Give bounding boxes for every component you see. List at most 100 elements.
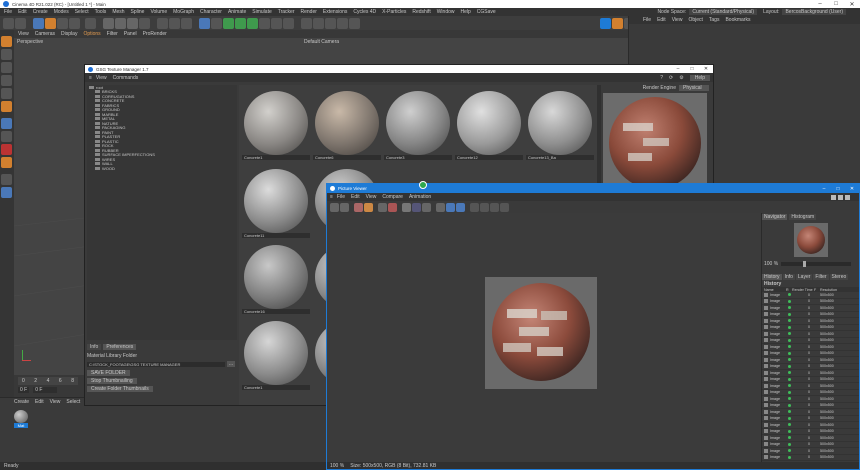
om-menu-item[interactable]: Bookmarks bbox=[725, 17, 750, 23]
plugin-icon[interactable] bbox=[337, 17, 348, 29]
timeline-ruler[interactable]: 0 2 4 6 8 bbox=[18, 377, 78, 385]
menu-item[interactable]: Extensions bbox=[323, 9, 347, 15]
render-stop-icon[interactable] bbox=[354, 202, 363, 212]
tab-preferences[interactable]: Preferences bbox=[103, 343, 137, 350]
menu-item[interactable]: Modes bbox=[54, 9, 69, 15]
menu-item[interactable]: Window bbox=[437, 9, 455, 15]
tab-info[interactable]: Info bbox=[87, 343, 102, 350]
solo-icon[interactable] bbox=[1, 144, 12, 155]
x-axis-icon[interactable] bbox=[103, 17, 114, 29]
menu-item[interactable]: X-Particles bbox=[382, 9, 406, 15]
cinema4d-icon[interactable] bbox=[612, 17, 623, 29]
om-menu-item[interactable]: View bbox=[672, 17, 683, 23]
z-axis-icon[interactable] bbox=[127, 17, 138, 29]
menu-item[interactable]: Animate bbox=[228, 9, 246, 15]
tm-maximize-icon[interactable]: □ bbox=[685, 66, 699, 72]
undo-icon[interactable] bbox=[3, 17, 14, 29]
tab-filter[interactable]: Filter bbox=[813, 273, 829, 280]
menu-item[interactable]: Character bbox=[200, 9, 222, 15]
viewport-menu-item[interactable]: Display bbox=[61, 31, 77, 37]
tm-help-button[interactable]: Help bbox=[689, 74, 710, 81]
region-icon[interactable] bbox=[378, 202, 387, 212]
viewport-menu-item[interactable]: Panel bbox=[124, 31, 137, 37]
split-icon[interactable] bbox=[456, 202, 465, 212]
save-icon[interactable] bbox=[340, 202, 349, 212]
tm-minimize-icon[interactable]: – bbox=[671, 66, 685, 72]
material-thumbnail[interactable]: Concrete12 bbox=[455, 91, 523, 165]
tm-refresh-icon[interactable]: ⟳ bbox=[669, 75, 673, 81]
polygons-mode-icon[interactable] bbox=[1, 101, 12, 112]
zoom-slider-handle[interactable] bbox=[803, 260, 807, 267]
play-icon[interactable] bbox=[470, 202, 479, 212]
render-engine-select[interactable]: Physical bbox=[679, 85, 709, 91]
render-settings-icon[interactable] bbox=[181, 17, 192, 29]
render-view-icon[interactable] bbox=[157, 17, 168, 29]
viewport-menu-item[interactable]: Options bbox=[83, 31, 100, 37]
node-space-select[interactable]: Current (Standard/Physical) bbox=[689, 9, 758, 15]
save-folder-button[interactable]: SAVE FOLDER bbox=[87, 370, 130, 376]
om-menu-item[interactable]: Edit bbox=[657, 17, 666, 23]
subdivision-icon[interactable] bbox=[223, 17, 234, 29]
light-icon[interactable] bbox=[283, 17, 294, 29]
om-menu-item[interactable]: Tags bbox=[709, 17, 720, 23]
om-menu-item[interactable]: File bbox=[643, 17, 651, 23]
mm-menu-item[interactable]: Select bbox=[66, 399, 80, 405]
tm-menu-item[interactable]: View bbox=[96, 75, 107, 81]
menu-item[interactable]: Create bbox=[33, 9, 48, 15]
material-thumbnail[interactable]: Concrete1 bbox=[242, 321, 310, 395]
close-icon[interactable]: ✕ bbox=[844, 1, 860, 8]
menu-item[interactable]: Simulate bbox=[252, 9, 271, 15]
tm-menu-icon[interactable]: ≡ bbox=[89, 75, 92, 81]
viewport-menu-item[interactable]: Filter bbox=[107, 31, 118, 37]
tm-menu-item[interactable]: Commands bbox=[113, 75, 139, 81]
tab-navigator[interactable]: Navigator bbox=[762, 213, 788, 220]
create-thumbnails-button[interactable]: Create Folder Thumbnails bbox=[87, 386, 153, 392]
maximize-icon[interactable]: □ bbox=[828, 1, 844, 7]
play-icon[interactable] bbox=[490, 202, 499, 212]
render-icon[interactable] bbox=[364, 202, 373, 212]
menu-item[interactable]: Tools bbox=[95, 9, 107, 15]
material-swatch[interactable]: Mat bbox=[14, 410, 28, 428]
layout-select[interactable]: BercosBackground (User) bbox=[782, 9, 846, 15]
channel-icon[interactable] bbox=[402, 202, 411, 212]
mm-menu-item[interactable]: Edit bbox=[35, 399, 44, 405]
channel-icon[interactable] bbox=[422, 202, 431, 212]
plugin-icon[interactable] bbox=[325, 17, 336, 29]
points-mode-icon[interactable] bbox=[1, 75, 12, 86]
pv-maximize-icon[interactable]: □ bbox=[831, 186, 845, 192]
camera-icon[interactable] bbox=[271, 17, 282, 29]
mm-menu-item[interactable]: View bbox=[50, 399, 61, 405]
camera-label[interactable]: Default Camera bbox=[304, 39, 339, 45]
deformer-icon[interactable] bbox=[247, 17, 258, 29]
pv-menu-item[interactable]: File bbox=[337, 194, 345, 200]
live-select-icon[interactable] bbox=[33, 17, 44, 29]
zoom-value[interactable]: 100 % bbox=[764, 261, 778, 267]
viewport-menu-item[interactable]: ProRender bbox=[143, 31, 167, 37]
menu-item[interactable]: Redshift bbox=[412, 9, 430, 15]
tm-help-icon[interactable]: ? bbox=[660, 75, 663, 81]
open-icon[interactable] bbox=[330, 202, 339, 212]
material-thumbnail[interactable]: Concrete6 bbox=[313, 91, 381, 165]
material-thumbnail[interactable]: Concrete3 bbox=[384, 91, 452, 165]
lock-icon[interactable] bbox=[1, 131, 12, 142]
layout-full-icon[interactable] bbox=[845, 194, 850, 200]
browse-button[interactable]: … bbox=[227, 361, 235, 367]
snap-icon[interactable] bbox=[1, 118, 12, 129]
play-icon[interactable] bbox=[480, 202, 489, 212]
material-thumbnail[interactable]: Concrete1 bbox=[242, 91, 310, 165]
pv-minimize-icon[interactable]: – bbox=[817, 186, 831, 192]
channel-icon[interactable] bbox=[388, 202, 397, 212]
pv-menu-item[interactable]: Animation bbox=[409, 194, 431, 200]
tab-history[interactable]: History bbox=[762, 273, 782, 280]
move-icon[interactable] bbox=[45, 17, 56, 29]
menu-item[interactable]: Mesh bbox=[112, 9, 124, 15]
material-thumbnail[interactable]: Concrete11 bbox=[242, 169, 310, 243]
current-frame[interactable]: 0 F bbox=[18, 387, 30, 393]
mm-menu-item[interactable]: Create bbox=[14, 399, 29, 405]
menu-item[interactable]: CGSave bbox=[477, 9, 496, 15]
tree-item[interactable]: WOOD bbox=[87, 166, 237, 171]
menu-item[interactable]: Volume bbox=[150, 9, 167, 15]
menu-item[interactable]: File bbox=[4, 9, 12, 15]
material-thumbnail[interactable]: Concrete16 bbox=[242, 245, 310, 319]
navigator-thumbnail[interactable] bbox=[793, 223, 828, 257]
